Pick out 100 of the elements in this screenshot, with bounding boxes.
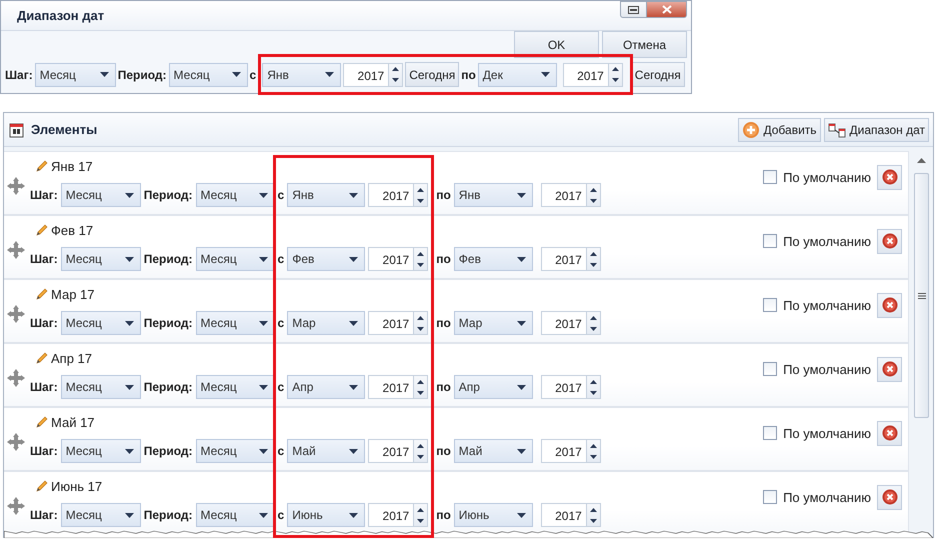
default-checkbox[interactable] [763,362,778,376]
date-range-button[interactable]: Диапазон дат [824,118,929,142]
spinner-arrows-icon[interactable] [586,375,601,399]
period-label: Период: [144,444,193,458]
pencil-icon[interactable] [36,160,48,172]
month-dropdown[interactable]: Апр [454,375,533,399]
period-dropdown[interactable]: Месяц [196,375,275,399]
spinner-arrows-icon[interactable] [414,375,428,399]
default-checkbox[interactable] [763,490,778,504]
period-dropdown[interactable]: Месяц [168,62,248,86]
default-checkbox[interactable] [763,426,778,440]
year-field[interactable]: 2017 [540,375,587,399]
step-dropdown[interactable]: Месяц [34,62,116,86]
delete-button[interactable] [877,420,902,446]
pencil-icon[interactable] [36,224,48,236]
month-dropdown[interactable]: Мар [454,311,533,335]
delete-button[interactable] [877,484,902,510]
spinner-arrows-icon[interactable] [414,247,428,271]
delete-button[interactable] [877,164,902,190]
step-dropdown[interactable]: Месяц [60,439,141,463]
default-checkbox[interactable] [763,170,778,184]
today-button[interactable]: Сегодня [405,62,460,87]
delete-button[interactable] [877,228,902,254]
cancel-button[interactable]: Отмена [602,31,687,58]
spinner-arrows-icon[interactable] [608,62,623,86]
month-dropdown[interactable]: Май [454,439,533,463]
spinner-arrows-icon[interactable] [414,183,428,207]
month-dropdown[interactable]: Мар [287,311,366,335]
add-button[interactable]: Добавить [738,118,821,142]
delete-button[interactable] [877,292,902,318]
step-dropdown[interactable]: Месяц [60,503,141,527]
date-range-icon [828,120,846,138]
delete-icon [882,233,898,249]
spinner-arrows-icon[interactable] [586,503,601,527]
step-dropdown[interactable]: Месяц [60,375,141,399]
pencil-icon[interactable] [36,352,48,364]
month-dropdown[interactable]: Фев [454,247,533,271]
from-label: с [278,444,284,458]
year-field[interactable]: 2017 [368,311,414,335]
month-dropdown[interactable]: Июнь [454,503,533,527]
pencil-icon[interactable] [36,416,48,428]
item-title: Янв 17 [51,158,93,174]
month-dropdown[interactable]: Июнь [287,503,366,527]
month-dropdown[interactable]: Янв [287,183,366,207]
year-field[interactable]: 2017 [562,62,609,86]
spinner-arrows-icon[interactable] [586,247,601,271]
close-icon[interactable] [647,1,687,18]
month-dropdown[interactable]: Янв [262,62,342,86]
step-dropdown[interactable]: Месяц [60,247,141,271]
default-label: По умолчанию [783,426,871,440]
month-dropdown[interactable]: Янв [454,183,533,207]
year-field[interactable]: 2017 [540,439,587,463]
step-label: Шаг: [5,68,33,82]
caret-icon [232,72,241,77]
period-dropdown[interactable]: Месяц [196,439,275,463]
year-field[interactable]: 2017 [368,439,414,463]
scroll-up-icon[interactable] [917,157,926,165]
move-icon[interactable] [7,369,25,387]
pencil-icon[interactable] [36,288,48,300]
default-checkbox[interactable] [763,234,778,248]
year-field[interactable]: 2017 [540,183,587,207]
year-field[interactable]: 2017 [540,311,587,335]
step-dropdown[interactable]: Месяц [60,311,141,335]
restore-icon[interactable] [620,1,647,18]
to-label: по [436,316,451,330]
step-dropdown[interactable]: Месяц [60,183,141,207]
caret-icon [258,384,268,390]
move-icon[interactable] [7,497,25,515]
from-label: с [278,508,284,522]
spinner-arrows-icon[interactable] [389,62,404,86]
year-field[interactable]: 2017 [343,62,390,86]
period-dropdown[interactable]: Месяц [196,183,275,207]
year-field[interactable]: 2017 [368,183,414,207]
spinner-arrows-icon[interactable] [586,311,601,335]
year-field[interactable]: 2017 [368,375,414,399]
month-dropdown[interactable]: Апр [287,375,366,399]
spinner-arrows-icon[interactable] [414,439,428,463]
move-icon[interactable] [7,433,25,451]
move-icon[interactable] [7,177,25,195]
month-dropdown[interactable]: Май [287,439,366,463]
to-label: по [436,188,451,202]
year-field[interactable]: 2017 [368,503,414,527]
spinner-arrows-icon[interactable] [414,503,428,527]
period-dropdown[interactable]: Месяц [196,247,275,271]
month-dropdown[interactable]: Фев [287,247,366,271]
year-field[interactable]: 2017 [540,247,587,271]
month-dropdown[interactable]: Дек [478,62,557,86]
spinner-arrows-icon[interactable] [414,311,428,335]
today-button[interactable]: Сегодня [630,62,685,87]
move-icon[interactable] [7,305,25,323]
pencil-icon[interactable] [36,480,48,492]
period-dropdown[interactable]: Месяц [196,311,275,335]
period-dropdown[interactable]: Месяц [196,503,275,527]
year-field[interactable]: 2017 [368,247,414,271]
spinner-arrows-icon[interactable] [586,439,601,463]
spinner-arrows-icon[interactable] [586,183,601,207]
move-icon[interactable] [7,241,25,259]
year-field[interactable]: 2017 [540,503,587,527]
default-checkbox[interactable] [763,298,778,312]
delete-button[interactable] [877,356,902,382]
